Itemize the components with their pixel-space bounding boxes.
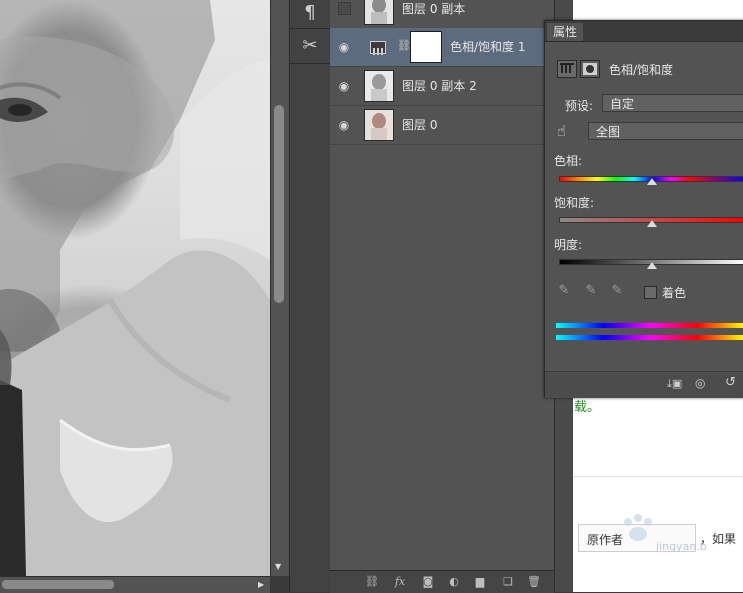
layer-thumbnail xyxy=(364,70,394,102)
eye-icon[interactable]: ◉ xyxy=(337,118,351,132)
lightness-label: 明度: xyxy=(554,238,583,252)
canvas-vertical-scrollbar[interactable]: ▼ xyxy=(270,0,289,576)
scroll-right-arrow-icon[interactable]: ▶ xyxy=(258,580,264,590)
new-group-folder-icon[interactable]: ▆ xyxy=(472,575,488,589)
mask-mode-icon[interactable] xyxy=(580,60,600,78)
delete-layer-trash-icon[interactable]: 🗑 xyxy=(526,575,542,589)
preset-dropdown[interactable]: 自定 xyxy=(602,94,743,112)
eyedropper-minus-icon[interactable]: ✎ xyxy=(609,283,625,299)
adjustment-layer-icon xyxy=(370,41,386,55)
layer-row[interactable]: ◉ 图层 0 副本 2 xyxy=(330,67,554,106)
watermark-logo: jingyan.baidu.com xyxy=(586,512,743,553)
view-previous-state-eye-icon[interactable]: ◎ xyxy=(695,376,705,390)
hue-label: 色相: xyxy=(554,154,583,168)
layer-name: 图层 0 副本 2 xyxy=(402,79,477,93)
layers-panel: 图层 0 副本 ◉ ⛓ 色相/饱和度 1 ◉ 图层 0 副本 2 ◉ 图层 0 xyxy=(330,0,554,570)
eyedropper-plus-icon[interactable]: ✎ xyxy=(583,283,599,299)
link-chain-icon[interactable]: ⛓ xyxy=(397,39,411,52)
tab-properties[interactable]: 属性 xyxy=(547,23,584,41)
output-spectrum-bar xyxy=(556,335,743,340)
svg-text:jingyan.baidu.com: jingyan.baidu.com xyxy=(655,540,706,552)
properties-bottom-toolbar: ⤓▣ ◎ ↺ xyxy=(545,371,743,398)
saturation-label: 饱和度: xyxy=(554,196,595,210)
channel-value: 全图 xyxy=(596,125,621,139)
webpage-green-text: 载。 xyxy=(574,400,601,415)
clip-to-layer-icon[interactable]: ⤓▣ xyxy=(667,377,682,391)
layer-mask-thumbnail[interactable] xyxy=(410,31,442,63)
adjustment-title: 色相/饱和度 xyxy=(609,63,674,77)
adjustment-layer-button-icon[interactable]: ◐ xyxy=(446,575,462,589)
on-image-adjust-hand-icon[interactable]: ☝ xyxy=(557,122,566,140)
canvas-photo xyxy=(0,0,270,576)
colorize-checkbox[interactable] xyxy=(644,286,657,299)
tool-separator xyxy=(290,28,330,29)
tools-scissors-icon[interactable]: ✂ xyxy=(294,33,326,59)
colorize-label: 着色 xyxy=(662,286,687,300)
document-canvas[interactable] xyxy=(0,0,270,576)
channel-dropdown[interactable]: 全图 xyxy=(588,122,743,140)
layer-row[interactable]: ◉ 图层 0 xyxy=(330,106,554,145)
eyedropper-icon[interactable]: ✎ xyxy=(556,283,572,299)
layer-row[interactable]: 图层 0 副本 xyxy=(330,0,554,29)
adjustment-type-icon[interactable] xyxy=(557,60,577,78)
saturation-slider-knob[interactable] xyxy=(646,220,657,227)
tool-separator xyxy=(290,63,330,64)
layers-bottom-toolbar: ⛓ fx ◙ ◐ ▆ ❏ 🗑 xyxy=(330,570,554,593)
preset-label: 预设: xyxy=(565,99,594,113)
panel-icon-strip: ¶ ✂ xyxy=(289,0,331,592)
layer-style-fx-icon[interactable]: fx xyxy=(392,575,408,589)
properties-panel: 属性 色相/饱和度 预设: 自定 ☝ 全图 色相: 饱和度: 明度: ✎ ✎ ✎… xyxy=(544,20,743,398)
canvas-horizontal-scroll-thumb[interactable] xyxy=(2,580,114,589)
properties-tab-bar: 属性 xyxy=(545,21,743,42)
link-layers-icon[interactable]: ⛓ xyxy=(364,575,380,589)
new-layer-icon[interactable]: ❏ xyxy=(500,575,516,589)
layer-name: 色相/饱和度 1 xyxy=(450,40,526,54)
eye-icon[interactable]: ◉ xyxy=(337,40,351,54)
add-mask-icon[interactable]: ◙ xyxy=(420,575,436,589)
visibility-toggle-off[interactable] xyxy=(338,2,351,15)
layer-name: 图层 0 副本 xyxy=(402,2,466,16)
layer-row-selected[interactable]: ◉ ⛓ 色相/饱和度 1 xyxy=(330,28,554,67)
webpage-divider xyxy=(573,476,743,477)
layer-thumbnail xyxy=(364,0,394,25)
layer-thumbnail xyxy=(364,109,394,141)
scroll-down-arrow-icon[interactable]: ▼ xyxy=(275,562,281,572)
layer-name: 图层 0 xyxy=(402,118,438,132)
input-spectrum-bar xyxy=(556,323,743,328)
reset-icon[interactable]: ↺ xyxy=(725,375,736,390)
eye-icon[interactable]: ◉ xyxy=(337,79,351,93)
canvas-horizontal-scrollbar[interactable]: ▶ xyxy=(0,576,270,593)
lightness-slider-knob[interactable] xyxy=(646,262,657,269)
hue-slider-knob[interactable] xyxy=(646,178,657,185)
canvas-vertical-scroll-thumb[interactable] xyxy=(274,105,284,303)
preset-value: 自定 xyxy=(610,97,635,111)
paragraph-icon[interactable]: ¶ xyxy=(294,0,326,26)
